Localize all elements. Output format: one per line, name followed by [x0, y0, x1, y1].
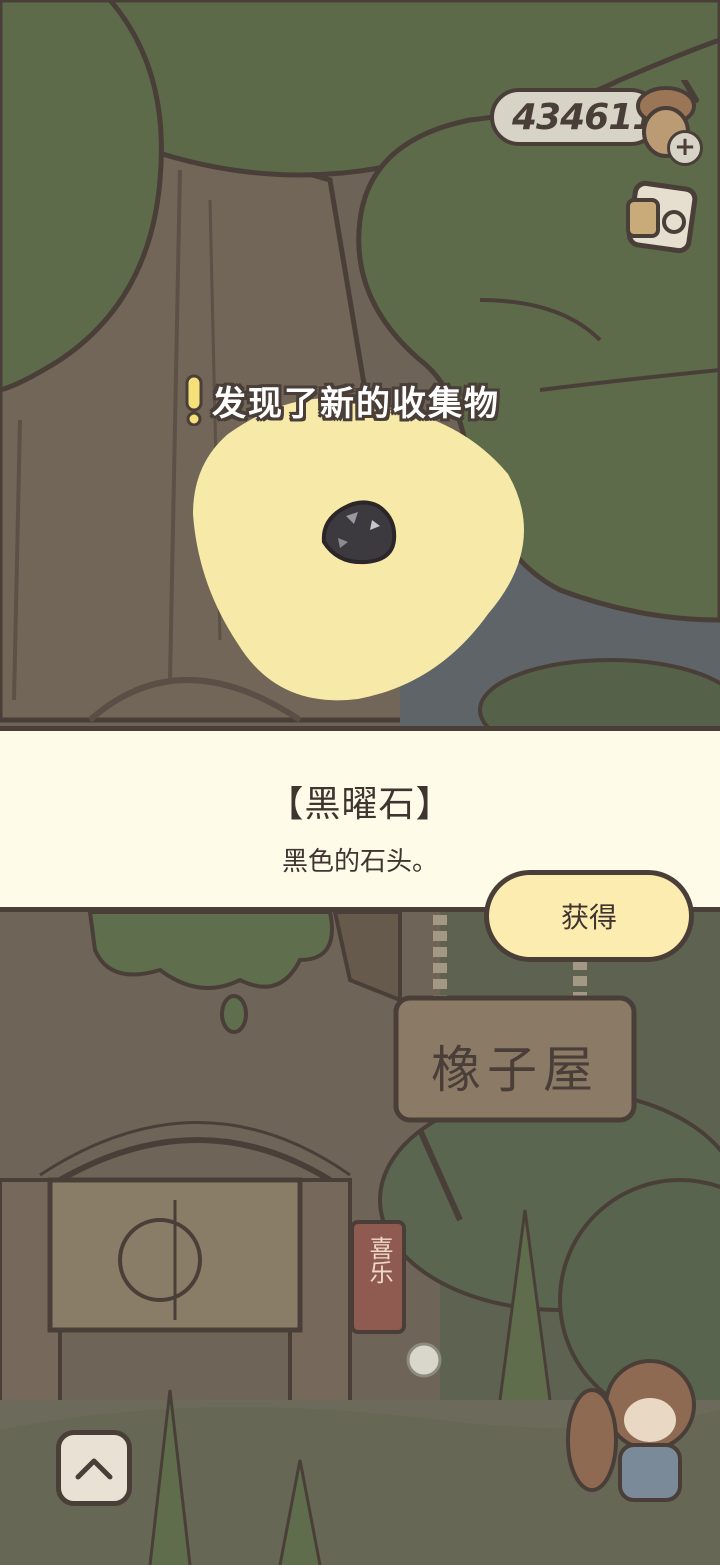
obsidian-stone-icon — [321, 500, 397, 565]
wall-scroll-text: 喜乐 — [365, 1236, 393, 1284]
chevron-up-icon — [75, 1458, 113, 1480]
game-scene: 橡子屋 喜乐 434611 + 发现了新的收集物 【黑曜石】 黑色的石头。 获得 — [0, 0, 720, 1565]
item-name: 【黑曜石】 — [267, 784, 453, 825]
obtain-button[interactable]: 获得 — [484, 870, 694, 962]
discovery-banner: 发现了新的收集物 — [184, 370, 500, 430]
discovery-text: 发现了新的收集物 — [212, 383, 500, 424]
ticket-icon[interactable] — [622, 178, 700, 260]
shop-sign-text: 橡子屋 — [431, 1041, 599, 1099]
add-acorns-button[interactable]: + — [667, 130, 703, 166]
expand-up-button[interactable] — [56, 1430, 132, 1506]
exclamation-icon — [185, 374, 203, 426]
